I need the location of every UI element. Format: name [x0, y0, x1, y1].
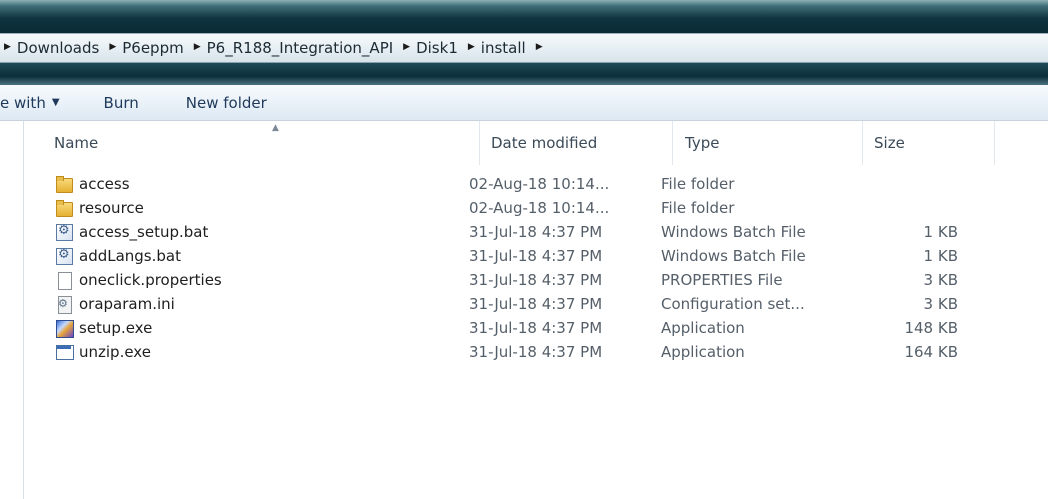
- breadcrumb-item-disk1[interactable]: ▶ Disk1: [403, 39, 458, 57]
- file-size: 3 KB: [923, 271, 958, 289]
- file-type: File folder: [661, 199, 735, 217]
- file-type: Windows Batch File: [661, 247, 806, 265]
- file-type: File folder: [661, 175, 735, 193]
- file-date: 31-Jul-18 4:37 PM: [469, 319, 603, 337]
- file-size: [844, 172, 958, 196]
- file-name: oraparam.ini: [79, 295, 175, 313]
- file-date: 02-Aug-18 10:14...: [469, 199, 610, 217]
- file-list: access 02-Aug-18 10:14... File folder re…: [24, 172, 1024, 364]
- file-date: 31-Jul-18 4:37 PM: [469, 247, 603, 265]
- file-size: 1 KB: [923, 223, 958, 241]
- chevron-right-icon: ▶: [403, 42, 411, 52]
- file-name: oneclick.properties: [79, 271, 222, 289]
- breadcrumb-item-integration-api[interactable]: ▶ P6_R188_Integration_API: [194, 39, 393, 57]
- file-type: Configuration set...: [661, 295, 805, 313]
- file-row[interactable]: access_setup.bat 31-Jul-18 4:37 PM Windo…: [24, 220, 1024, 244]
- file-name: access_setup.bat: [79, 223, 209, 241]
- file-row[interactable]: oneclick.properties 31-Jul-18 4:37 PM PR…: [24, 268, 1024, 292]
- file-date: 02-Aug-18 10:14...: [469, 175, 610, 193]
- file-date: 31-Jul-18 4:37 PM: [469, 223, 603, 241]
- chevron-right-icon: ▶: [193, 42, 201, 52]
- chevron-right-icon: ▶: [467, 42, 475, 52]
- file-name: access: [79, 175, 130, 193]
- column-header-size[interactable]: Size: [863, 121, 995, 165]
- breadcrumb-item-downloads[interactable]: ▶ Downloads: [4, 39, 99, 57]
- file-name: setup.exe: [79, 319, 153, 337]
- breadcrumb-item-install[interactable]: ▶ install: [468, 39, 526, 57]
- batch-file-icon: [55, 247, 73, 265]
- address-bar[interactable]: ▶ Downloads ▶ P6eppm ▶ P6_R188_Integrati…: [0, 33, 1048, 63]
- setup-app-icon: [55, 319, 74, 338]
- file-size: 164 KB: [904, 343, 958, 361]
- column-header-date-modified[interactable]: Date modified: [480, 121, 673, 165]
- file-row[interactable]: unzip.exe 31-Jul-18 4:37 PM Application …: [24, 340, 1024, 364]
- file-size: 3 KB: [923, 295, 958, 313]
- new-folder-button[interactable]: New folder: [186, 94, 267, 112]
- breadcrumb-expand-button[interactable]: ▶: [535, 42, 549, 53]
- file-icon: [55, 271, 73, 290]
- navigation-pane[interactable]: [0, 121, 24, 499]
- command-toolbar: e with ▼ Burn New folder: [0, 85, 1048, 121]
- file-type: Windows Batch File: [661, 223, 806, 241]
- folder-icon: [55, 199, 73, 217]
- config-file-icon: [55, 295, 73, 314]
- file-size: [844, 196, 958, 220]
- file-size: 1 KB: [923, 247, 958, 265]
- file-date: 31-Jul-18 4:37 PM: [469, 343, 603, 361]
- breadcrumb: ▶ Downloads ▶ P6eppm ▶ P6_R188_Integrati…: [0, 39, 559, 57]
- burn-button[interactable]: Burn: [104, 94, 139, 112]
- file-name: resource: [79, 199, 144, 217]
- chevron-down-icon: ▼: [51, 97, 60, 108]
- column-header-name[interactable]: Name: [48, 121, 480, 165]
- share-with-button[interactable]: e with ▼: [0, 94, 60, 112]
- column-headers: ▲ Name Date modified Type Size: [24, 121, 1048, 165]
- file-date: 31-Jul-18 4:37 PM: [469, 295, 603, 313]
- chevron-right-icon: ▶: [535, 42, 543, 52]
- file-type: PROPERTIES File: [661, 271, 783, 289]
- chevron-right-icon: ▶: [4, 42, 11, 52]
- breadcrumb-item-p6eppm[interactable]: ▶ P6eppm: [109, 39, 183, 57]
- window-frame-band: [0, 63, 1048, 85]
- chevron-right-icon: ▶: [109, 42, 117, 52]
- app-icon: [55, 343, 74, 361]
- window-title-bar: [0, 0, 1048, 33]
- file-row[interactable]: access 02-Aug-18 10:14... File folder: [24, 172, 1024, 196]
- file-type: Application: [661, 343, 745, 361]
- file-row[interactable]: addLangs.bat 31-Jul-18 4:37 PM Windows B…: [24, 244, 1024, 268]
- batch-file-icon: [55, 223, 73, 241]
- file-size: 148 KB: [904, 319, 958, 337]
- file-row[interactable]: setup.exe 31-Jul-18 4:37 PM Application …: [24, 316, 1024, 340]
- file-name: unzip.exe: [79, 343, 151, 361]
- file-row[interactable]: resource 02-Aug-18 10:14... File folder: [24, 196, 1024, 220]
- file-type: Application: [661, 319, 745, 337]
- column-header-type[interactable]: Type: [673, 121, 863, 165]
- folder-icon: [55, 175, 73, 193]
- file-date: 31-Jul-18 4:37 PM: [469, 271, 603, 289]
- file-name: addLangs.bat: [79, 247, 181, 265]
- file-row[interactable]: oraparam.ini 31-Jul-18 4:37 PM Configura…: [24, 292, 1024, 316]
